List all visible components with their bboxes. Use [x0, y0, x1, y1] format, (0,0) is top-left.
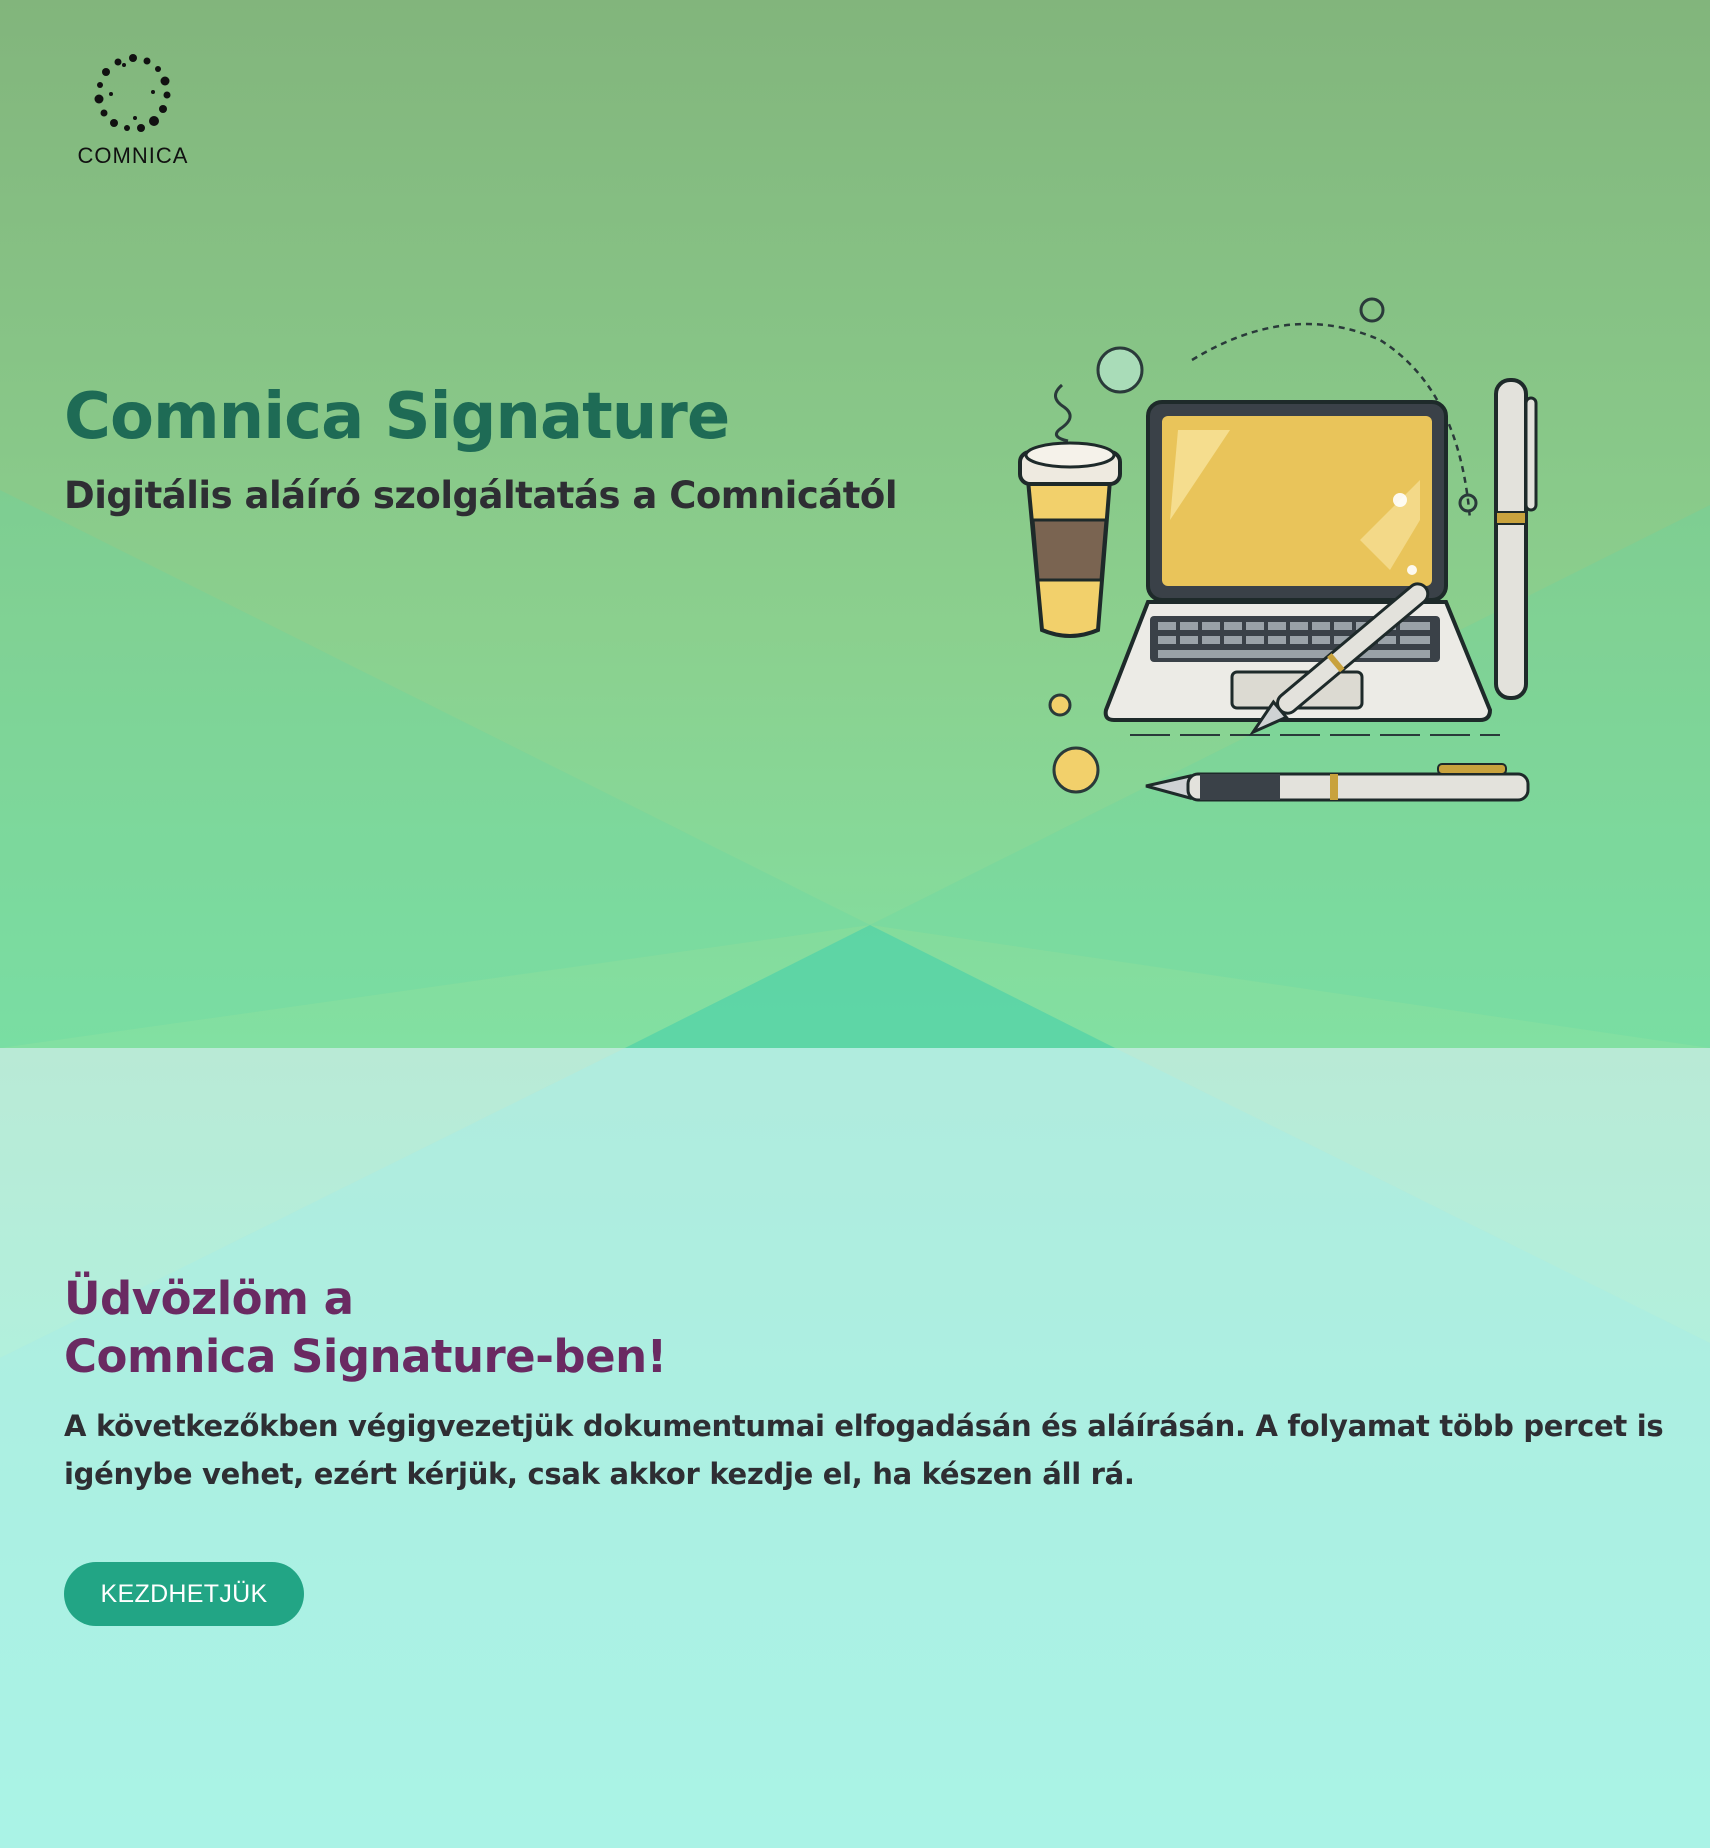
dotted-circle-logo-icon [94, 54, 171, 132]
start-button[interactable]: KEZDHETJÜK [64, 1562, 304, 1626]
welcome-heading: Üdvözlöm a Comnica Signature-ben! [64, 1270, 667, 1386]
welcome-heading-line2: Comnica Signature-ben! [64, 1330, 667, 1383]
welcome-description: A következőkben végigvezetjük dokumentum… [64, 1409, 1664, 1491]
hero-section: COMNICA Comnica Signature Digitális aláí… [0, 0, 1710, 1048]
page-subtitle: Digitális aláíró szolgáltatás a Comnicát… [64, 474, 898, 517]
comnica-logo[interactable]: COMNICA [68, 52, 198, 169]
welcome-heading-line1: Üdvözlöm a [64, 1272, 354, 1325]
page-title: Comnica Signature [64, 380, 730, 454]
laptop-coffee-pens-illustration [1018, 297, 1538, 802]
logo-text: COMNICA [77, 143, 189, 168]
